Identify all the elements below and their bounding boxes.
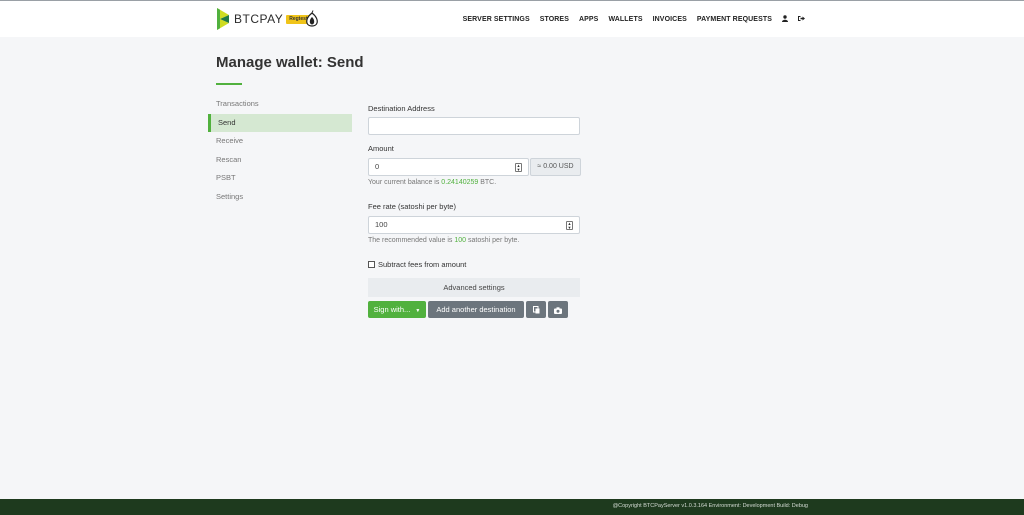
nav-stores[interactable]: STORES	[540, 16, 569, 23]
add-destination-button[interactable]: Add another destination	[428, 301, 524, 318]
scan-qr-button[interactable]	[548, 301, 568, 318]
sign-with-label: Sign with...	[373, 305, 411, 314]
fee-help-prefix: The recommended value is	[368, 237, 453, 244]
main-nav: SERVER SETTINGS STORES APPS WALLETS INVO…	[453, 15, 805, 24]
clipboard-icon	[532, 306, 539, 314]
sidebar-item-psbt[interactable]: PSBT	[208, 169, 352, 188]
subtract-fees-checkbox[interactable]	[368, 261, 375, 268]
fee-help-text: The recommended value is 100 satoshi per…	[368, 237, 519, 244]
nav-wallets[interactable]: WALLETS	[608, 16, 642, 23]
sidebar-item-settings[interactable]: Settings	[208, 188, 352, 207]
advanced-settings-button[interactable]: Advanced settings	[368, 278, 580, 297]
subtract-fees-label: Subtract fees from amount	[378, 260, 467, 269]
destination-address-input[interactable]	[368, 117, 580, 135]
destination-label: Destination Address	[368, 104, 435, 113]
title-underline	[216, 83, 242, 85]
amount-label: Amount	[368, 144, 394, 153]
brand-name: BTCPAY	[234, 12, 284, 26]
fee-help-value: 100	[454, 237, 467, 244]
brand-logo[interactable]: BTCPAY Regtest	[216, 7, 311, 31]
footer-copyright: @Copyright BTCPayServer v1.0.3.164 Envir…	[612, 503, 808, 509]
caret-down-icon: ▼	[415, 308, 421, 314]
wallet-sidebar: Transactions Send Receive Rescan PSBT Se…	[208, 95, 352, 207]
nav-apps[interactable]: APPS	[579, 16, 598, 23]
balance-prefix: Your current balance is	[368, 179, 440, 186]
camera-icon	[554, 306, 562, 314]
logout-icon[interactable]	[798, 15, 805, 24]
page-title: Manage wallet: Send	[216, 54, 364, 71]
sidebar-item-send[interactable]: Send	[208, 113, 352, 133]
fee-rate-label: Fee rate (satoshi per byte)	[368, 202, 456, 211]
balance-suffix: BTC.	[480, 179, 497, 186]
fee-spinner-icon[interactable]: ▲ ▼	[566, 221, 573, 230]
user-icon[interactable]	[782, 15, 788, 24]
paste-button[interactable]	[526, 301, 546, 318]
balance-value: 0.24140259	[441, 179, 479, 186]
balance-help-text: Your current balance is 0.24140259 BTC.	[368, 179, 496, 186]
fee-rate-input[interactable]: 100 ▲ ▼	[368, 216, 580, 234]
nav-server-settings[interactable]: SERVER SETTINGS	[463, 16, 530, 23]
sidebar-item-transactions[interactable]: Transactions	[208, 95, 352, 114]
nav-payment-requests[interactable]: PAYMENT REQUESTS	[697, 16, 772, 23]
amount-input[interactable]: 0 ▲ ▼	[368, 158, 529, 176]
amount-value: 0	[375, 162, 380, 171]
tor-onion-icon	[306, 10, 318, 27]
fee-help-suffix: satoshi per byte.	[468, 237, 520, 244]
sign-with-dropdown-button[interactable]: Sign with... ▼	[368, 301, 426, 318]
amount-spinner-icon[interactable]: ▲ ▼	[515, 163, 522, 172]
footer: @Copyright BTCPayServer v1.0.3.164 Envir…	[0, 499, 1024, 515]
top-navbar: BTCPAY Regtest SERVER SETTINGS STORES AP…	[0, 0, 1024, 37]
nav-invoices[interactable]: INVOICES	[653, 16, 687, 23]
sidebar-item-rescan[interactable]: Rescan	[208, 151, 352, 170]
sidebar-item-receive[interactable]: Receive	[208, 132, 352, 151]
amount-fiat-addon: ≈ 0.00 USD	[530, 158, 581, 176]
btcpay-logo-icon	[217, 8, 229, 30]
fee-rate-value: 100	[375, 220, 388, 229]
